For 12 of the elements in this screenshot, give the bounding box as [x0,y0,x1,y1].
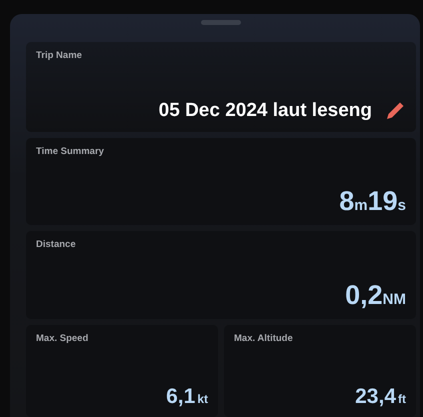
card-label: Distance [36,239,76,250]
time-value: 8m19s [339,186,406,218]
pencil-icon[interactable] [384,100,406,122]
distance-value: 0,2NM [345,280,406,311]
trip-name-value: 05 Dec 2024 laut leseng [158,100,372,122]
card-label: Trip Name [36,50,82,61]
card-label: Time Summary [36,146,104,157]
stat-value: 6,1 kt [166,384,208,409]
stat-value: 23,4ft [355,384,406,409]
card-label: Max. Speed [36,332,88,344]
card-label: Max. Altitude [234,332,293,344]
drag-handle[interactable] [201,20,241,25]
